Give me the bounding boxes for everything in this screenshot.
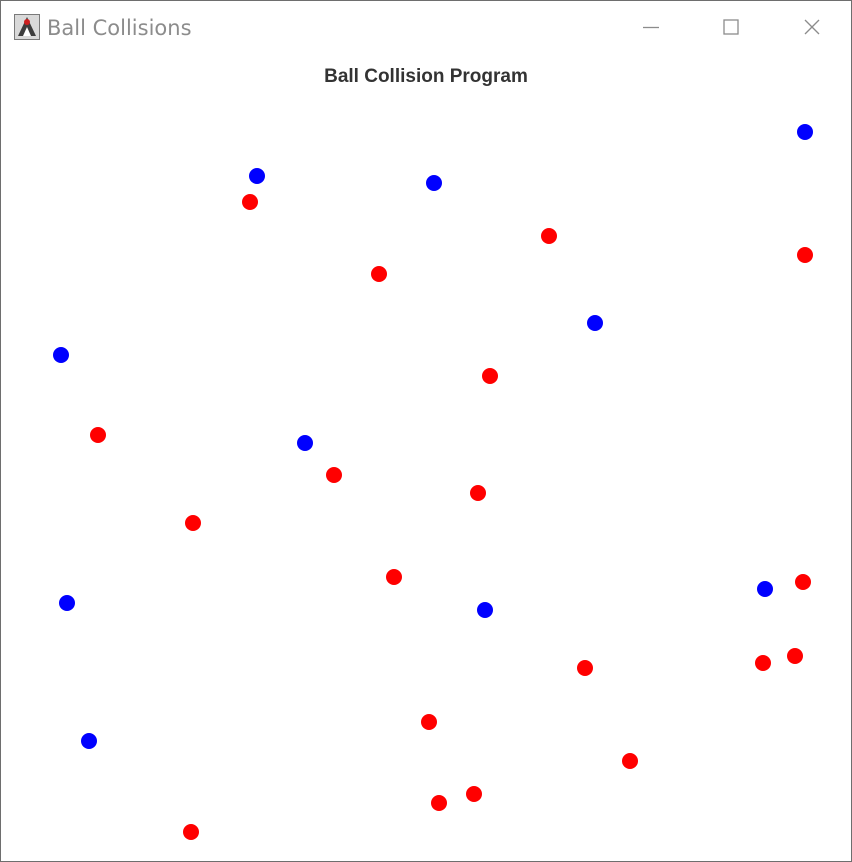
red-ball <box>470 485 486 501</box>
maximize-icon[interactable] <box>718 14 744 40</box>
blue-ball <box>249 168 265 184</box>
minimize-icon[interactable] <box>638 14 664 40</box>
close-icon[interactable] <box>799 14 825 40</box>
red-ball <box>185 515 201 531</box>
red-ball <box>541 228 557 244</box>
red-ball <box>371 266 387 282</box>
ball-canvas <box>1 55 851 861</box>
red-ball <box>482 368 498 384</box>
title-bar[interactable]: Ball Collisions <box>1 1 851 55</box>
red-ball <box>795 574 811 590</box>
java-duke-icon <box>14 14 40 40</box>
blue-ball <box>426 175 442 191</box>
red-ball <box>242 194 258 210</box>
red-ball <box>787 648 803 664</box>
window-title: Ball Collisions <box>47 16 192 40</box>
red-ball <box>622 753 638 769</box>
blue-ball <box>587 315 603 331</box>
red-ball <box>755 655 771 671</box>
blue-ball <box>59 595 75 611</box>
red-ball <box>431 795 447 811</box>
blue-ball <box>81 733 97 749</box>
drawing-panel: Ball Collision Program <box>1 55 851 861</box>
red-ball <box>577 660 593 676</box>
red-ball <box>90 427 106 443</box>
program-title: Ball Collision Program <box>324 66 528 87</box>
blue-ball <box>797 124 813 140</box>
blue-ball <box>297 435 313 451</box>
blue-ball <box>53 347 69 363</box>
app-window: Ball Collisions Ball Collision Program <box>0 0 852 862</box>
red-ball <box>466 786 482 802</box>
red-ball <box>797 247 813 263</box>
red-ball <box>421 714 437 730</box>
red-ball <box>183 824 199 840</box>
red-ball <box>326 467 342 483</box>
blue-ball <box>477 602 493 618</box>
blue-ball <box>757 581 773 597</box>
red-ball <box>386 569 402 585</box>
